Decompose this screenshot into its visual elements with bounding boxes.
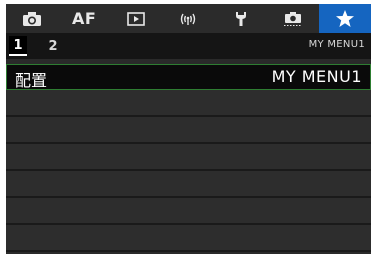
subtab-1[interactable]: 1: [9, 36, 27, 56]
tab-shooting[interactable]: [6, 4, 58, 33]
camera-menu: AF 1 2 MY MENU1 配置 MY MENU1: [6, 4, 371, 254]
tab-af[interactable]: AF: [58, 4, 110, 33]
menu-item-empty: [6, 117, 371, 144]
menu-item-empty: [6, 144, 371, 171]
menu-item-empty: [6, 171, 371, 198]
tab-custom-functions[interactable]: [267, 4, 319, 33]
screen: AF 1 2 MY MENU1 配置 MY MENU1: [0, 0, 378, 258]
subtab-2[interactable]: 2: [44, 36, 62, 56]
menu-item-label: 配置: [15, 71, 48, 90]
menu-item-configure[interactable]: 配置 MY MENU1: [6, 64, 371, 90]
tab-af-label: AF: [72, 9, 97, 28]
playback-icon: [127, 11, 146, 26]
tab-wireless[interactable]: [162, 4, 214, 33]
main-tab-bar: AF: [6, 4, 371, 33]
camera-icon: [22, 11, 42, 27]
page-name: MY MENU1: [308, 39, 365, 50]
menu-item-empty: [6, 90, 371, 117]
tab-setup[interactable]: [215, 4, 267, 33]
menu-item-empty: [6, 225, 371, 252]
camera-settings-icon: [283, 11, 303, 27]
wrench-icon: [234, 11, 248, 27]
star-icon: [335, 9, 355, 28]
menu-item-empty: [6, 198, 371, 225]
sub-tab-bar: 1 2 MY MENU1: [6, 33, 371, 59]
tab-playback[interactable]: [110, 4, 162, 33]
menu-list: 配置 MY MENU1: [6, 64, 371, 252]
menu-item-value: MY MENU1: [271, 67, 362, 86]
tab-my-menu[interactable]: [318, 4, 371, 33]
wireless-icon: [178, 12, 198, 26]
